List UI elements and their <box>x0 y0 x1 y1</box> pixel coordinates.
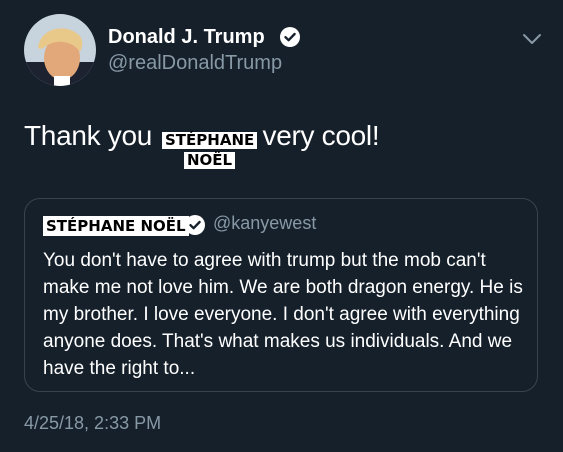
tweet-text-before: Thank you <box>24 120 160 151</box>
author-display-name[interactable]: Donald J. Trump <box>108 26 265 49</box>
tweet-text-after: , very cool! <box>247 120 380 151</box>
name-sticker-line2: NOËL <box>184 152 236 169</box>
quoted-tweet-card[interactable]: STÉPHANE NOËL @kanyewest You don't have … <box>24 198 538 392</box>
author-handle[interactable]: @realDonaldTrump <box>108 52 282 75</box>
quoted-handle[interactable]: @kanyewest <box>213 213 316 234</box>
avatar[interactable] <box>24 14 96 86</box>
quoted-name-sticker: STÉPHANE NOËL <box>43 216 189 236</box>
name-sticker-line1: STÉPHANE <box>162 132 258 149</box>
quoted-tweet-text: You don't have to agree with trump but t… <box>43 250 523 379</box>
verified-badge-icon <box>185 215 205 235</box>
tweet-timestamp[interactable]: 4/25/18, 2:33 PM <box>24 413 161 434</box>
chevron-down-icon[interactable] <box>521 31 543 47</box>
name-sticker: STÉPHANE NOËL <box>162 130 258 174</box>
verified-badge-icon <box>280 27 300 47</box>
